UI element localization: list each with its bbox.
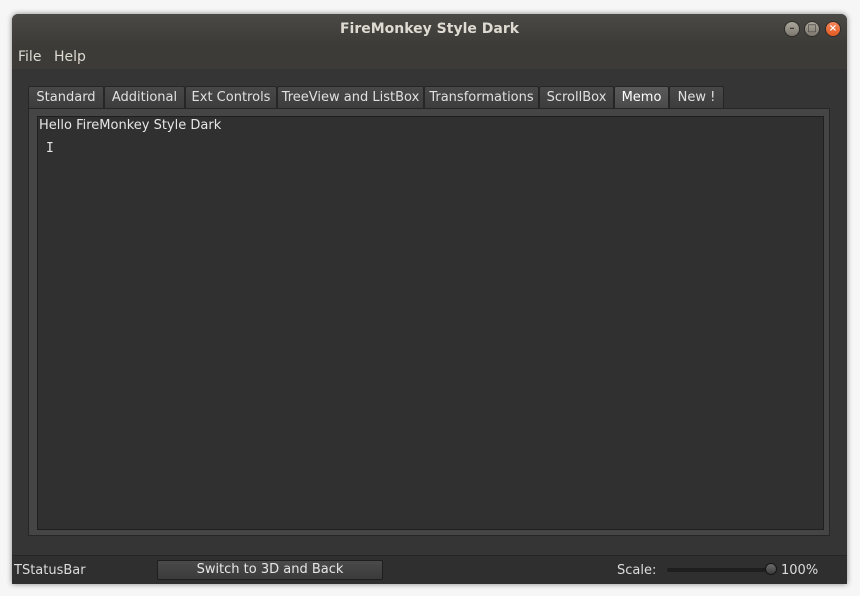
scale-slider[interactable] (667, 563, 777, 575)
tab-transformations[interactable]: Transformations (424, 86, 539, 108)
scale-slider-thumb[interactable] (765, 563, 777, 575)
tab-scrollbox[interactable]: ScrollBox (539, 86, 614, 108)
memo-content: Hello FireMonkey Style Dark (39, 118, 222, 133)
close-button[interactable]: × (825, 21, 841, 37)
maximize-button[interactable]: □ (804, 21, 820, 37)
menu-help[interactable]: Help (54, 49, 86, 65)
status-bar: TStatusBar Switch to 3D and Back Scale: … (12, 555, 847, 584)
text-cursor-icon: I (46, 141, 54, 156)
tab-new[interactable]: New ! (669, 86, 724, 108)
tab-additional[interactable]: Additional (104, 86, 185, 108)
status-bar-label: TStatusBar (14, 563, 86, 578)
switch-3d-button[interactable]: Switch to 3D and Back (157, 560, 383, 580)
menu-bar: File Help (12, 45, 847, 69)
app-window: FireMonkey Style Dark – □ × File Help St… (12, 14, 847, 584)
minimize-button[interactable]: – (784, 21, 800, 37)
tab-standard[interactable]: Standard (28, 86, 104, 108)
title-bar[interactable]: FireMonkey Style Dark – □ × (12, 14, 847, 45)
tab-treeview-and-listbox[interactable]: TreeView and ListBox (277, 86, 424, 108)
tab-memo[interactable]: Memo (614, 86, 669, 108)
scale-label: Scale: (617, 563, 657, 578)
window-title: FireMonkey Style Dark (339, 21, 520, 37)
scale-value: 100% (781, 563, 819, 578)
tab-panel-memo: Hello FireMonkey Style Dark I (28, 108, 830, 536)
tab-ext-controls[interactable]: Ext Controls (185, 86, 277, 108)
main-area: Standard Additional Ext Controls TreeVie… (12, 69, 847, 555)
memo-text-area[interactable]: Hello FireMonkey Style Dark I (37, 116, 824, 530)
menu-file[interactable]: File (18, 49, 41, 65)
